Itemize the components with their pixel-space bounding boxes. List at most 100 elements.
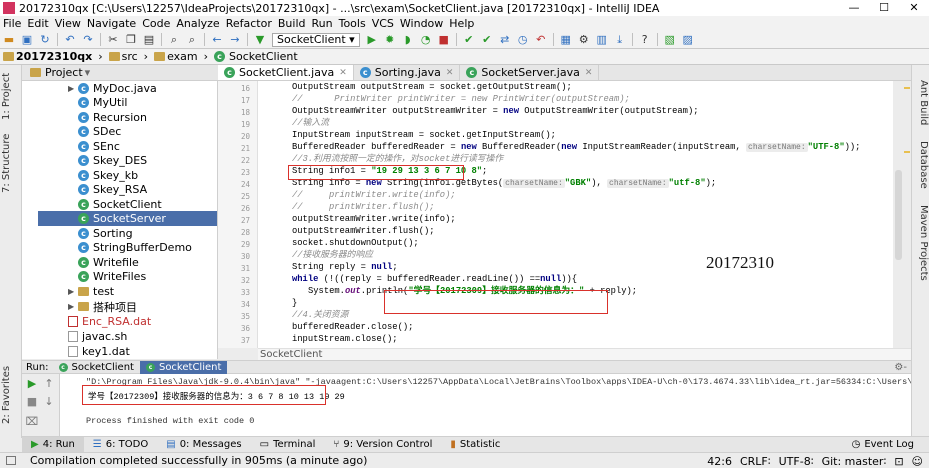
menu-window[interactable]: Window (397, 17, 446, 30)
tab-socketserver-java[interactable]: c SocketServer.java ✕ (460, 65, 600, 80)
tree-item-skey-kb[interactable]: c Skey_kb (78, 168, 138, 183)
cursor-position[interactable]: 42:6 (707, 455, 732, 468)
open-folder-icon[interactable]: ▬ (2, 33, 17, 47)
chevron-down-icon[interactable]: ▾ (85, 66, 91, 79)
undo-icon[interactable]: ↶ (63, 33, 78, 47)
tree-item-skey-des[interactable]: c Skey_DES (78, 153, 147, 168)
tree-item-enc-rsa[interactable]: Enc_RSA.dat (68, 314, 151, 329)
sync-icon[interactable]: ↻ (38, 33, 53, 47)
download-icon[interactable]: ⤓ (612, 33, 627, 47)
run-icon[interactable]: ▶ (364, 33, 379, 47)
tab-terminal[interactable]: ▭ Terminal (251, 437, 325, 453)
tab-ant-build[interactable]: Ant Build (913, 75, 929, 130)
inspector-icon[interactable]: ☺ (912, 455, 923, 468)
project-structure-icon[interactable]: ▦ (558, 33, 573, 47)
menu-analyze[interactable]: Analyze (173, 17, 222, 30)
close-tab-icon[interactable]: ✕ (339, 68, 347, 78)
menu-help[interactable]: Help (446, 17, 477, 30)
tab-statistic[interactable]: ▮ Statistic (441, 437, 509, 453)
menu-navigate[interactable]: Navigate (84, 17, 139, 30)
run-console[interactable]: "D:\Program Files\Java\jdk-9.0.4\bin\jav… (60, 374, 911, 436)
tree-item-senc[interactable]: c SEnc (78, 139, 120, 154)
scroll-down-icon[interactable]: ↓ (42, 395, 56, 408)
scroll-up-icon[interactable]: ↑ (42, 377, 56, 390)
menu-view[interactable]: View (52, 17, 84, 30)
tree-item-sorting[interactable]: c Sorting (78, 226, 133, 241)
coverage-icon[interactable]: ◗ (400, 33, 415, 47)
vcs-compare-icon[interactable]: ⇄ (497, 33, 512, 47)
run-tab[interactable]: c SocketClient (53, 361, 140, 374)
code-editor[interactable]: OutputStream outputStream = socket.getOu… (258, 81, 893, 348)
help-icon[interactable]: ? (637, 33, 652, 47)
tree-item-socketserver[interactable]: c SocketServer (38, 211, 217, 226)
chevron-right-icon[interactable]: ▶ (68, 84, 78, 93)
rerun-icon[interactable]: ▶ (25, 377, 39, 390)
tree-item-sdec[interactable]: c SDec (78, 124, 121, 139)
breadcrumb-class[interactable]: c SocketClient (211, 50, 301, 63)
cut-icon[interactable]: ✂ (106, 33, 121, 47)
breadcrumb-exam[interactable]: exam (151, 50, 201, 63)
tab-socketclient-java[interactable]: c SocketClient.java ✕ (218, 65, 354, 80)
paste-icon[interactable]: ▤ (142, 33, 157, 47)
replace-icon[interactable]: ⌕ (185, 33, 200, 47)
lock-icon[interactable]: ⊡ (894, 455, 903, 468)
sdk-icon[interactable]: ▥ (594, 33, 609, 47)
menu-build[interactable]: Build (275, 17, 309, 30)
vcs-history-icon[interactable]: ◷ (515, 33, 530, 47)
tree-item-skey-rsa[interactable]: c Skey_RSA (78, 182, 147, 197)
menu-refactor[interactable]: Refactor (223, 17, 275, 30)
profile-icon[interactable]: ◔ (418, 33, 433, 47)
warning-mark[interactable] (904, 87, 910, 89)
settings-icon[interactable]: ⚙ (576, 33, 591, 47)
redo-icon[interactable]: ↷ (81, 33, 96, 47)
vcs-commit-icon[interactable]: ✔ (479, 33, 494, 47)
tab-project-tool[interactable]: 1: Project (1, 71, 21, 121)
tree-item-folder-cn[interactable]: ▶ 搭种项目 (68, 299, 137, 314)
settings-icon[interactable]: ⚙‐ (894, 362, 907, 373)
menu-code[interactable]: Code (139, 17, 173, 30)
tree-item-writefiles[interactable]: c WriteFiles (78, 269, 146, 284)
tree-item-socketclient[interactable]: c SocketClient (78, 197, 162, 212)
plugin-icon-2[interactable]: ▨ (680, 33, 695, 47)
save-all-icon[interactable]: ▣ (20, 33, 35, 47)
breadcrumb-src[interactable]: src (106, 50, 141, 63)
menu-vcs[interactable]: VCS (369, 17, 397, 30)
toggle-tool-windows-icon[interactable] (6, 456, 16, 465)
tree-item-test[interactable]: ▶ test (68, 284, 114, 299)
debug-icon[interactable]: ✹ (382, 33, 397, 47)
maximize-button[interactable]: ☐ (869, 0, 899, 16)
menu-run[interactable]: Run (309, 17, 336, 30)
warning-mark[interactable] (904, 151, 910, 153)
vcs-revert-icon[interactable]: ↶ (533, 33, 548, 47)
file-encoding[interactable]: UTF-8∶ (779, 455, 814, 468)
status-message[interactable]: Compilation completed successfully in 90… (30, 454, 367, 467)
tree-item-javac-sh[interactable]: javac.sh (68, 329, 127, 344)
run-tab-active[interactable]: c SocketClient (139, 360, 228, 374)
back-icon[interactable]: ← (210, 33, 225, 47)
minimize-button[interactable]: — (839, 0, 869, 16)
chevron-right-icon[interactable]: ▶ (68, 287, 78, 296)
menu-file[interactable]: File (0, 17, 24, 30)
tab-version-control[interactable]: ⑂ 9: Version Control (324, 437, 441, 453)
stop-icon[interactable]: ■ (436, 33, 451, 47)
tab-event-log[interactable]: ◷ Event Log (843, 437, 923, 453)
build-icon[interactable]: ▼ (253, 33, 268, 47)
run-config-dropdown[interactable]: SocketClient ▾ (272, 32, 360, 47)
project-panel-title[interactable]: Project (45, 66, 83, 79)
tree-item-key1[interactable]: key1.dat (68, 344, 130, 359)
stop-icon[interactable]: ■ (25, 395, 39, 408)
plugin-icon[interactable]: ▧ (662, 33, 677, 47)
forward-icon[interactable]: → (228, 33, 243, 47)
tab-favorites-tool[interactable]: 2: Favorites (1, 365, 21, 425)
copy-icon[interactable]: ❐ (124, 33, 139, 47)
tree-item-recursion[interactable]: c Recursion (78, 110, 147, 125)
tab-run[interactable]: ▶ 4: Run (22, 436, 84, 453)
menu-tools[interactable]: Tools (336, 17, 369, 30)
tab-todo[interactable]: ☰ 6: TODO (84, 437, 157, 453)
tab-maven-projects[interactable]: Maven Projects (913, 205, 929, 281)
tree-item-mydoc[interactable]: ▶ c MyDoc.java (68, 81, 157, 96)
tree-item-stringbufferdemo[interactable]: c StringBufferDemo (78, 240, 192, 255)
menu-edit[interactable]: Edit (24, 17, 51, 30)
find-icon[interactable]: ⌕ (167, 33, 182, 47)
tab-sorting-java[interactable]: c Sorting.java ✕ (354, 65, 461, 80)
